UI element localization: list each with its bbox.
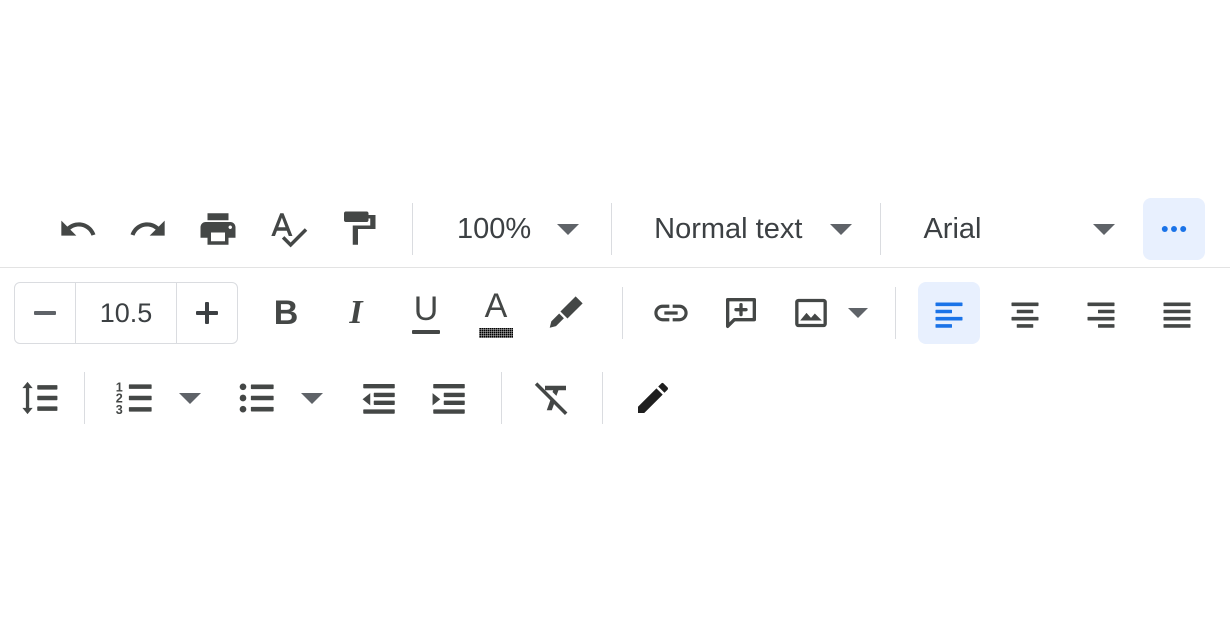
editing-mode-button[interactable] (627, 372, 679, 424)
numbered-list-button[interactable]: 1 2 3 (109, 372, 161, 424)
text-color-swatch (479, 327, 513, 338)
bold-button[interactable]: B (260, 287, 312, 339)
font-size-stepper[interactable]: 10.5 (14, 282, 238, 344)
zoom-value: 100% (457, 212, 532, 245)
clear-formatting-icon (531, 377, 573, 419)
chevron-down-icon (830, 223, 853, 235)
redo-icon (128, 209, 168, 249)
more-horiz-icon (1157, 212, 1191, 246)
bold-icon: B (273, 294, 299, 332)
insert-image-button[interactable] (785, 287, 837, 339)
numbered-list-icon: 1 2 3 (114, 377, 156, 419)
align-right-icon (1083, 295, 1119, 331)
chevron-down-icon (301, 392, 323, 404)
bulleted-list-icon (236, 377, 278, 419)
line-spacing-icon (18, 376, 62, 420)
paint-format-button[interactable] (332, 203, 384, 255)
insert-image-dropdown[interactable] (841, 287, 875, 339)
align-center-button[interactable] (994, 282, 1056, 344)
chevron-down-icon (557, 223, 580, 235)
line-spacing-button[interactable] (14, 372, 66, 424)
zoom-dropdown[interactable]: 100% (447, 201, 585, 257)
highlight-color-button[interactable] (540, 287, 592, 339)
increase-indent-button[interactable] (423, 372, 475, 424)
clear-formatting-button[interactable] (526, 372, 578, 424)
toolbar-separator (501, 372, 502, 424)
numbered-list-dropdown[interactable] (171, 372, 209, 424)
text-color-icon: A (479, 289, 513, 338)
spellcheck-icon (267, 208, 309, 250)
image-icon (791, 293, 831, 333)
bulleted-list-dropdown[interactable] (293, 372, 331, 424)
toolbar-separator (84, 372, 85, 424)
add-comment-icon (721, 293, 761, 333)
more-options-button[interactable] (1143, 198, 1206, 260)
align-right-button[interactable] (1070, 282, 1132, 344)
toolbar-separator (880, 203, 882, 255)
increase-indent-icon (428, 377, 470, 419)
chevron-down-icon (179, 392, 201, 404)
spellcheck-button[interactable] (262, 203, 314, 255)
pencil-icon (633, 378, 673, 418)
paragraph-style-dropdown[interactable]: Normal text (644, 201, 858, 257)
paragraph-style-value: Normal text (654, 212, 803, 245)
italic-icon: I (349, 294, 363, 331)
redo-button[interactable] (122, 203, 174, 255)
underline-icon: U (412, 292, 440, 334)
font-size-value[interactable]: 10.5 (75, 283, 177, 343)
text-color-button[interactable]: A (470, 287, 522, 339)
insert-link-button[interactable] (645, 287, 697, 339)
underline-glyph: U (413, 290, 439, 328)
document-toolbar: 100% Normal text Arial 10.5 B I U A 1 2 … (0, 190, 1230, 438)
highlighter-icon (545, 292, 587, 334)
toolbar-row-formatting: 10.5 B I U A (0, 268, 1230, 358)
underline-button[interactable]: U (400, 287, 452, 339)
align-justify-button[interactable] (1146, 282, 1208, 344)
align-left-button[interactable] (918, 282, 980, 344)
toolbar-separator (412, 203, 413, 255)
toolbar-separator (611, 203, 613, 255)
increase-font-size-button[interactable] (177, 283, 237, 343)
toolbar-separator (602, 372, 603, 424)
decrease-indent-button[interactable] (353, 372, 405, 424)
toolbar-row-paragraph: 1 2 3 (0, 358, 1230, 438)
toolbar-separator (622, 287, 623, 339)
toolbar-row-main: 100% Normal text Arial (0, 190, 1230, 268)
font-family-value: Arial (923, 212, 982, 245)
decrease-font-size-button[interactable] (15, 283, 75, 343)
toolbar-separator (895, 287, 896, 339)
text-color-glyph: A (484, 286, 508, 325)
undo-button[interactable] (52, 203, 104, 255)
svg-text:3: 3 (116, 403, 123, 417)
print-button[interactable] (192, 203, 244, 255)
link-icon (651, 293, 691, 333)
decrease-indent-icon (358, 377, 400, 419)
align-center-icon (1007, 295, 1043, 331)
font-family-dropdown[interactable]: Arial (913, 201, 1121, 257)
underline-bar (412, 330, 440, 334)
paint-format-icon (337, 208, 379, 250)
chevron-down-icon (848, 308, 868, 318)
plus-icon (196, 302, 218, 324)
print-icon (197, 208, 239, 250)
minus-icon (34, 311, 56, 315)
align-left-icon (931, 295, 967, 331)
italic-button[interactable]: I (330, 287, 382, 339)
chevron-down-icon (1093, 223, 1116, 235)
undo-icon (58, 209, 98, 249)
add-comment-button[interactable] (715, 287, 767, 339)
align-justify-icon (1159, 295, 1195, 331)
bulleted-list-button[interactable] (231, 372, 283, 424)
